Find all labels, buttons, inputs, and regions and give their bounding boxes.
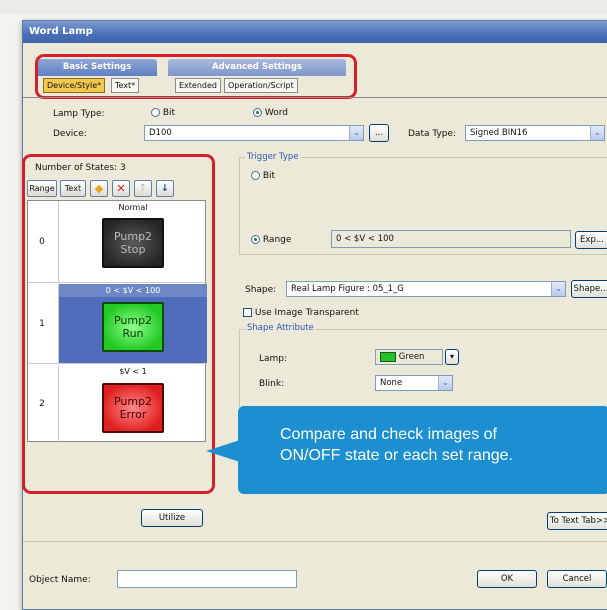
callout-line-2: ON/OFF state or each set range. (280, 447, 513, 464)
callout-box: Compare and check images of ON/OFF state… (238, 406, 607, 494)
chevron-down-icon[interactable]: ⌄ (590, 126, 604, 140)
data-type-value: Signed BIN16 (470, 128, 528, 138)
device-browse-button[interactable]: ... (369, 124, 389, 142)
tabs-highlight-outline (35, 54, 357, 99)
object-name-label: Object Name: (29, 575, 91, 585)
lamp-label: Lamp: (259, 354, 288, 364)
data-type-select[interactable]: Signed BIN16 ⌄ (465, 125, 605, 141)
chevron-down-icon[interactable]: ⌄ (551, 282, 565, 296)
chevron-down-icon[interactable]: ▾ (445, 349, 459, 365)
lamp-color-select[interactable]: Green (375, 349, 443, 365)
utilize-button[interactable]: Utilize (141, 509, 203, 527)
cancel-button[interactable]: Cancel (547, 570, 607, 588)
blink-value: None (380, 378, 403, 388)
word-radio-label: Word (264, 108, 289, 118)
shape-select[interactable]: Real Lamp Figure : 05_1_G ⌄ (286, 281, 566, 297)
chevron-down-icon[interactable]: ⌄ (349, 126, 363, 140)
shape-label: Shape: (245, 285, 277, 295)
range-expression-field[interactable]: 0 < $V < 100 (331, 230, 571, 248)
shape-attribute-group (239, 329, 607, 415)
background-strip (0, 0, 607, 14)
transparent-checkbox[interactable] (243, 308, 252, 317)
tab-divider (23, 97, 607, 98)
shape-value: Real Lamp Figure : 05_1_G (291, 284, 404, 294)
trigger-range-radio[interactable] (251, 235, 260, 244)
device-label: Device: (53, 129, 87, 139)
trigger-bit-radio[interactable] (251, 171, 260, 180)
trigger-range-option[interactable]: Range (251, 235, 291, 245)
bit-radio-label: Bit (162, 108, 176, 118)
bit-radio[interactable] (151, 108, 160, 117)
trigger-bit-option[interactable]: Bit (251, 171, 275, 181)
data-type-label: Data Type: (408, 129, 457, 139)
green-swatch (380, 351, 396, 362)
use-image-transparent[interactable]: Use Image Transparent (243, 308, 359, 318)
lamp-type-bit-option[interactable]: Bit (151, 108, 175, 118)
trigger-range-label: Range (262, 235, 292, 245)
device-input[interactable]: D100 ⌄ (144, 125, 364, 141)
blink-select[interactable]: None ⌄ (375, 375, 453, 391)
to-text-tab-button[interactable]: To Text Tab>> (547, 512, 607, 530)
dialog-title: Word Lamp (23, 21, 607, 43)
word-radio[interactable] (253, 108, 262, 117)
lamp-color-value: Green (398, 352, 425, 362)
blink-label: Blink: (259, 379, 285, 389)
callout-pointer (206, 440, 240, 462)
lamp-type-label: Lamp Type: (53, 109, 105, 119)
state-list-highlight-outline (22, 154, 215, 494)
shape-button[interactable]: Shape... (571, 280, 607, 298)
chevron-down-icon[interactable]: ⌄ (438, 376, 452, 390)
trigger-type-title: Trigger Type (245, 152, 301, 162)
callout-line-1: Compare and check images of (280, 426, 497, 443)
footer-divider (23, 541, 607, 542)
lamp-type-word-option[interactable]: Word (253, 108, 288, 118)
shape-attribute-title: Shape Attribute (245, 323, 316, 333)
word-lamp-dialog: Word Lamp Basic Settings Advanced Settin… (22, 20, 607, 610)
object-name-input[interactable] (117, 570, 297, 588)
ok-button[interactable]: OK (477, 570, 537, 588)
expression-button[interactable]: Exp... (575, 231, 607, 249)
transparent-label: Use Image Transparent (254, 308, 359, 318)
device-value: D100 (149, 128, 172, 138)
trigger-bit-label: Bit (262, 171, 276, 181)
